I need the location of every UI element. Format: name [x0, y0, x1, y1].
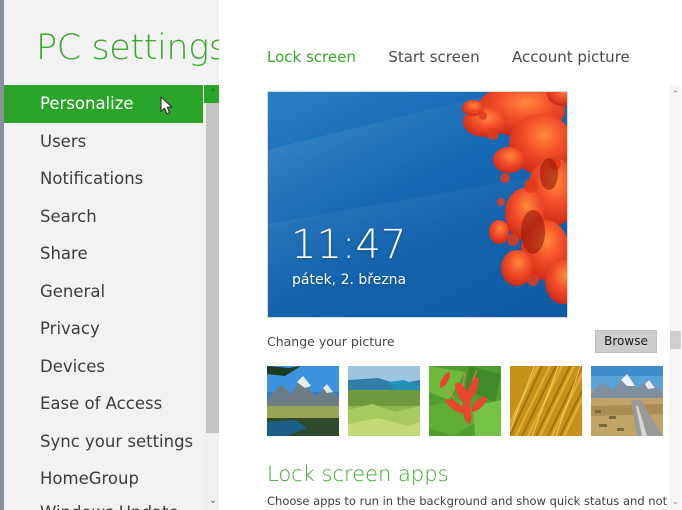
change-picture-label: Change your picture — [267, 334, 395, 349]
sidebar-item-label: Share — [40, 244, 88, 263]
sidebar-scrollbar-thumb[interactable] — [206, 103, 220, 433]
sidebar-item-windows-update[interactable]: Windows Update — [4, 498, 219, 510]
page-title: PC settings — [36, 28, 227, 68]
sidebar-item-homegroup[interactable]: HomeGroup — [4, 460, 219, 498]
coastline-grass-thumbnail[interactable] — [348, 366, 420, 436]
sidebar-item-label: Devices — [40, 356, 106, 376]
tab-bar: Lock screen Start screen Account picture — [267, 48, 658, 67]
sidebar-item-ease-of-access[interactable]: Ease of Access — [4, 385, 219, 423]
sidebar-item-privacy[interactable]: Privacy — [4, 310, 219, 348]
content-scrollbar-thumb[interactable] — [670, 331, 681, 349]
sidebar-item-general[interactable]: General — [4, 273, 219, 311]
sidebar-item-label: Ease of Access — [40, 394, 163, 413]
sidebar-item-label: Personalize — [40, 94, 134, 113]
tab-start-screen[interactable]: Start screen — [388, 48, 479, 66]
sidebar-item-sync-your-settings[interactable]: Sync your settings — [4, 423, 219, 461]
content-scrollbar-track[interactable] — [670, 85, 681, 510]
coral-illustration — [462, 92, 567, 304]
chevron-up-icon[interactable]: ⌃ — [670, 87, 681, 101]
sidebar-item-label: Notifications — [40, 169, 144, 188]
main-content: Lock screen Start screen Account picture — [219, 0, 682, 510]
chevron-down-icon[interactable]: ⌄ — [670, 494, 681, 508]
sidebar-item-search[interactable]: Search — [4, 198, 219, 236]
sidebar-item-label: Sync your settings — [40, 431, 194, 451]
tab-lock-screen[interactable]: Lock screen — [267, 48, 356, 66]
lock-screen-preview: 11:47 pátek, 2. března — [267, 91, 568, 318]
content-scrollbar[interactable]: ⌃ ⌄ — [668, 85, 682, 510]
sidebar-item-label: Windows Update — [40, 503, 179, 510]
sidebar-item-users[interactable]: Users — [4, 123, 219, 161]
sidebar-item-label: HomeGroup — [40, 469, 139, 488]
tab-account-picture[interactable]: Account picture — [512, 48, 630, 66]
sidebar-item-share[interactable]: Share — [4, 235, 219, 273]
lock-screen-date: pátek, 2. března — [292, 272, 407, 288]
golden-grass-thumbnail[interactable] — [510, 366, 582, 436]
lock-screen-apps-description: Choose apps to run in the background and… — [267, 494, 682, 508]
lock-screen-apps-heading: Lock screen apps — [267, 462, 449, 486]
browse-button[interactable]: Browse — [595, 330, 657, 353]
sidebar-item-label: Privacy — [40, 319, 100, 338]
sidebar-nav-list: Personalize Users Notifications Search S… — [4, 85, 219, 510]
sidebar-item-label: Users — [40, 131, 87, 151]
red-flowers-thumbnail[interactable] — [429, 366, 501, 436]
change-picture-row: Change your picture Browse — [267, 330, 669, 354]
road-mountains-thumbnail[interactable] — [591, 366, 663, 436]
sidebar-item-notifications[interactable]: Notifications — [4, 160, 219, 198]
mountain-lake-thumbnail[interactable] — [267, 366, 339, 436]
pc-settings-window: PC settings Personalize Users Notificati… — [0, 0, 682, 510]
sidebar-item-label: Search — [40, 206, 97, 226]
mouse-cursor — [160, 96, 173, 115]
sidebar: PC settings Personalize Users Notificati… — [4, 0, 227, 510]
lock-screen-clock: 11:47 — [291, 222, 407, 268]
picture-thumbnail-list — [267, 366, 663, 436]
sidebar-item-label: General — [40, 281, 106, 301]
sidebar-item-devices[interactable]: Devices — [4, 348, 219, 386]
